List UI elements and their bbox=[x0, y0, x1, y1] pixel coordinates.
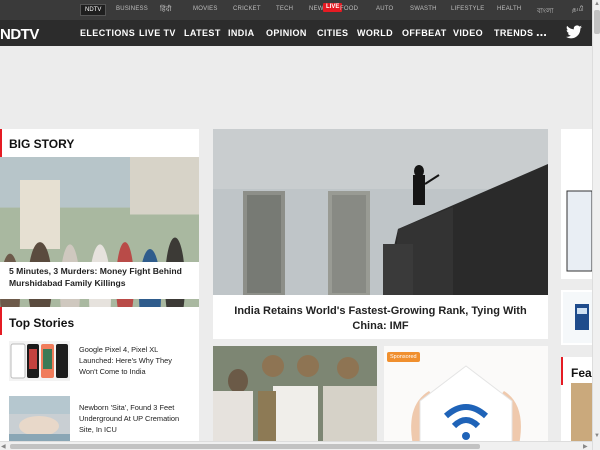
toplink-auto[interactable]: AUTO bbox=[376, 6, 393, 12]
train-thumb[interactable] bbox=[563, 292, 592, 343]
right-thumb[interactable] bbox=[571, 383, 592, 443]
toplink-business[interactable]: BUSINESS bbox=[116, 6, 148, 12]
nav-cities[interactable]: CITIES bbox=[317, 28, 348, 38]
toplink-tech[interactable]: TECH bbox=[276, 6, 293, 12]
scroll-right-icon[interactable]: ▶ bbox=[583, 443, 588, 450]
horizontal-scroll-thumb[interactable] bbox=[10, 444, 480, 449]
ndtv-logo[interactable]: NDTV bbox=[0, 26, 39, 43]
sponsored-badge: Sponsored bbox=[387, 352, 420, 362]
top-story-headline-1[interactable]: Google Pixel 4, Pixel XL Launched: Here'… bbox=[79, 344, 191, 377]
scroll-up-icon[interactable]: ▲ bbox=[594, 1, 600, 7]
vertical-scrollbar[interactable]: ▲ ▼ bbox=[592, 0, 600, 450]
nav-india[interactable]: INDIA bbox=[228, 28, 255, 38]
nav-video[interactable]: VIDEO bbox=[453, 28, 483, 38]
nav-live-tv[interactable]: LIVE TV bbox=[139, 28, 176, 38]
toplink-cricket[interactable]: CRICKET bbox=[233, 6, 261, 12]
right-column-card-1 bbox=[561, 129, 592, 279]
big-story-headline-box: 5 Minutes, 3 Murders: Money Fight Behind… bbox=[0, 262, 199, 299]
big-story-title: BIG STORY bbox=[9, 137, 75, 151]
ad-space bbox=[0, 46, 592, 126]
politics-image[interactable] bbox=[213, 346, 377, 450]
right-column-card-3: Fea bbox=[561, 357, 592, 450]
hero-headline[interactable]: India Retains World's Fastest-Growing Ra… bbox=[225, 304, 536, 334]
top-story-thumb-1[interactable] bbox=[9, 341, 70, 381]
hero-card: India Retains World's Fastest-Growing Ra… bbox=[213, 129, 548, 339]
nav-world[interactable]: WORLD bbox=[357, 28, 393, 38]
top-stories-title: Top Stories bbox=[9, 316, 75, 330]
toplink-new[interactable]: NEW bbox=[309, 6, 324, 12]
top-story-headline-2[interactable]: Newborn 'Sita', Found 3 Feet Underground… bbox=[79, 402, 191, 435]
hero-image[interactable] bbox=[213, 129, 548, 295]
toplink-tamil[interactable]: தமி bbox=[572, 5, 584, 14]
nav-trends[interactable]: TRENDS bbox=[494, 28, 533, 38]
toplink-lifestyle[interactable]: LIFESTYLE bbox=[451, 6, 484, 12]
right-column-card-2 bbox=[561, 290, 592, 345]
big-story-card: BIG STORY 5 Minutes, 3 Murders: Money Fi… bbox=[0, 129, 199, 387]
scroll-down-icon[interactable]: ▼ bbox=[594, 433, 600, 439]
toplink-bangla[interactable]: বাংলা bbox=[537, 5, 554, 17]
laptop-thumb[interactable] bbox=[563, 131, 592, 277]
hero-headline-box: India Retains World's Fastest-Growing Ra… bbox=[213, 295, 548, 339]
nav-latest[interactable]: LATEST bbox=[184, 28, 221, 38]
top-stories-card: Top Stories Google Pixel 4, Pixel XL Lau… bbox=[0, 307, 199, 450]
nav-offbeat[interactable]: OFFBEAT bbox=[402, 28, 447, 38]
toplink-hindi[interactable]: हिंदी bbox=[160, 5, 171, 14]
toplink-ndtv[interactable]: NDTV bbox=[80, 4, 107, 16]
toplink-food[interactable]: FOOD bbox=[340, 6, 358, 12]
right-section-title: Fea bbox=[571, 366, 592, 380]
story-card-politics bbox=[213, 346, 377, 450]
main-nav: NDTV ELECTIONS LIVE TV LATEST INDIA OPIN… bbox=[0, 20, 592, 46]
toplink-swasth[interactable]: SWASTH bbox=[410, 6, 437, 12]
horizontal-scrollbar[interactable]: ◀ ▶ bbox=[0, 441, 592, 450]
sponsored-card: Sponsored bbox=[384, 346, 548, 450]
scroll-left-icon[interactable]: ◀ bbox=[1, 443, 6, 450]
toplink-health[interactable]: HEALTH bbox=[497, 6, 521, 12]
nav-more-button[interactable]: ... bbox=[536, 24, 547, 39]
nav-elections[interactable]: ELECTIONS bbox=[80, 28, 135, 38]
twitter-icon[interactable] bbox=[566, 25, 582, 39]
big-story-headline[interactable]: 5 Minutes, 3 Murders: Money Fight Behind… bbox=[9, 265, 190, 289]
vertical-scroll-thumb[interactable] bbox=[594, 10, 600, 34]
top-links-bar: NDTV BUSINESS हिंदी MOVIES CRICKET TECH … bbox=[0, 0, 592, 20]
toplink-movies[interactable]: MOVIES bbox=[193, 6, 218, 12]
nav-opinion[interactable]: OPINION bbox=[266, 28, 307, 38]
